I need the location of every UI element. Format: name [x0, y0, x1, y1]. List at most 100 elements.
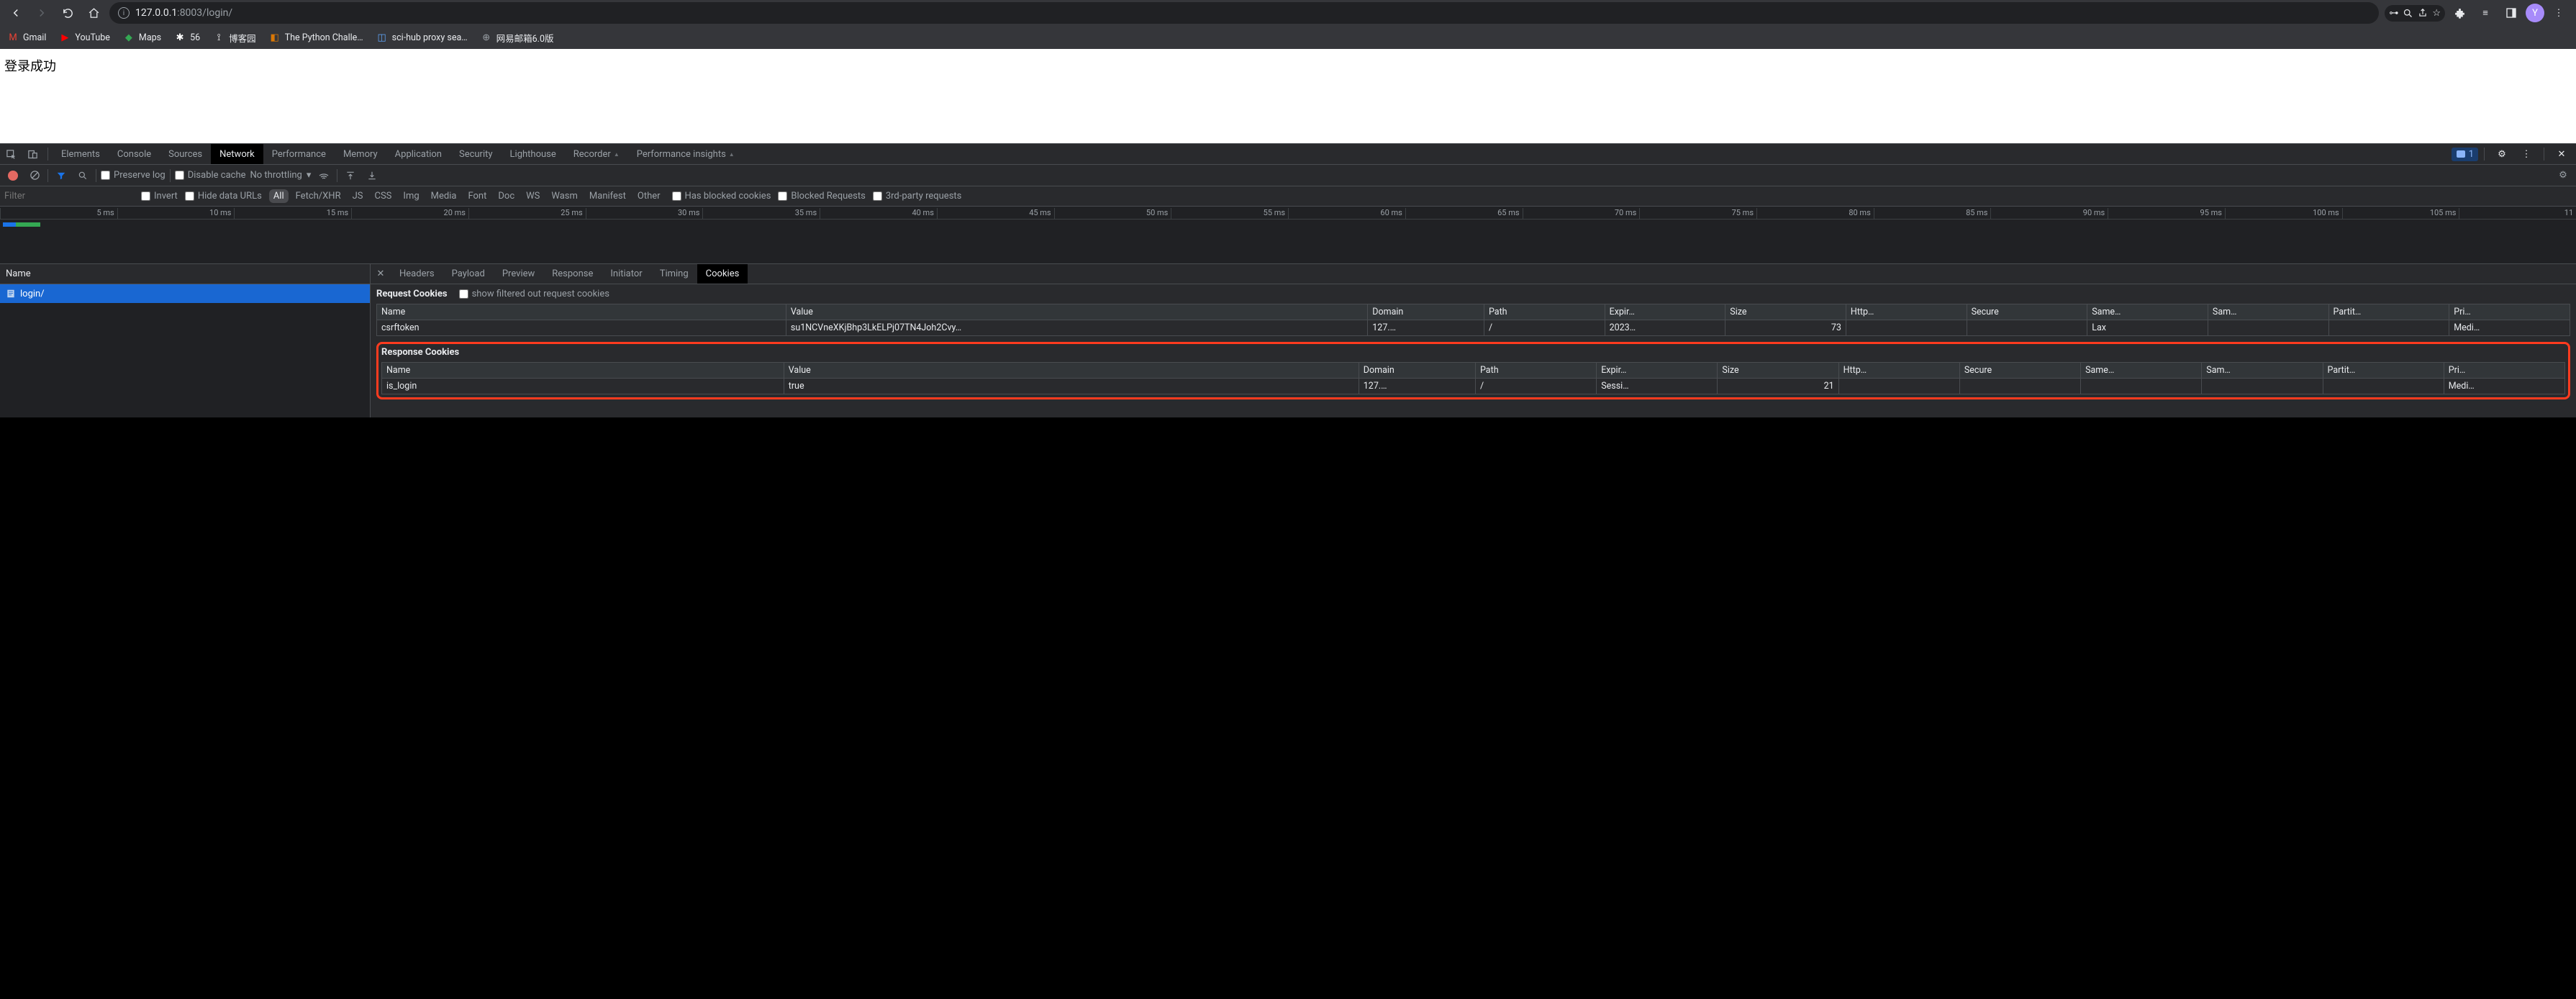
third-party-checkbox[interactable]: 3rd-party requests	[873, 191, 962, 202]
devtools-tab-network[interactable]: Network	[211, 144, 263, 164]
invert-checkbox[interactable]: Invert	[141, 191, 178, 202]
type-filter-css[interactable]: CSS	[371, 189, 396, 203]
devtools-tab-performance-insights[interactable]: Performance insights▲	[628, 144, 743, 164]
cookie-col-header[interactable]: Http…	[1846, 304, 1967, 320]
detail-tab-timing[interactable]: Timing	[651, 264, 697, 284]
devtools-tab-sources[interactable]: Sources	[160, 144, 211, 164]
forward-button[interactable]	[32, 3, 52, 23]
detail-tab-payload[interactable]: Payload	[443, 264, 494, 284]
star-icon[interactable]: ☆	[2432, 8, 2441, 19]
filter-input[interactable]	[4, 191, 134, 202]
devtools-close-icon[interactable]: ✕	[2550, 143, 2573, 166]
cookie-col-header[interactable]: Same…	[2087, 304, 2208, 320]
filter-toggle-icon[interactable]	[53, 167, 70, 184]
profile-avatar[interactable]: Y	[2526, 4, 2544, 22]
devtools-tab-elements[interactable]: Elements	[53, 144, 109, 164]
site-info-icon[interactable]: i	[118, 7, 130, 19]
issues-badge[interactable]: 1	[2452, 148, 2478, 161]
show-filtered-checkbox[interactable]: show filtered out request cookies	[459, 289, 609, 299]
url-bar[interactable]: i 127.0.0.1:8003/login/	[109, 2, 2379, 24]
type-filter-wasm[interactable]: Wasm	[547, 189, 582, 203]
devtools-more-icon[interactable]: ⋮	[2515, 143, 2538, 166]
disable-cache-checkbox[interactable]: Disable cache	[175, 170, 246, 181]
detail-tab-headers[interactable]: Headers	[391, 264, 443, 284]
type-filter-media[interactable]: Media	[427, 189, 461, 203]
bookmark-item[interactable]: ⟟博客园	[213, 31, 256, 45]
detail-tab-initiator[interactable]: Initiator	[602, 264, 650, 284]
extensions-icon[interactable]	[2448, 1, 2471, 24]
cookie-col-header[interactable]: Name	[382, 363, 784, 379]
reload-button[interactable]	[58, 3, 78, 23]
cookie-col-header[interactable]: Name	[377, 304, 786, 320]
cookie-row[interactable]: csrftokensu1NCVneXKjBhp3LkELPj07TN4Joh2C…	[377, 320, 2570, 336]
devtools-tab-performance[interactable]: Performance	[263, 144, 335, 164]
hide-data-urls-checkbox[interactable]: Hide data URLs	[185, 191, 262, 202]
type-filter-js[interactable]: JS	[348, 189, 368, 203]
timeline-overview[interactable]: 5 ms10 ms15 ms20 ms25 ms30 ms35 ms40 ms4…	[0, 207, 2576, 264]
type-filter-ws[interactable]: WS	[522, 189, 544, 203]
cookie-col-header[interactable]: Secure	[1967, 304, 2087, 320]
bookmark-item[interactable]: ◫sci-hub proxy sea…	[376, 32, 468, 43]
detail-tab-cookies[interactable]: Cookies	[697, 264, 748, 284]
detail-tab-response[interactable]: Response	[543, 264, 602, 284]
cookie-col-header[interactable]: Pri…	[2449, 304, 2570, 320]
bookmark-item[interactable]: ◧The Python Challe…	[269, 32, 363, 43]
device-toggle-icon[interactable]	[22, 144, 43, 164]
bookmark-item[interactable]: ◆Maps	[123, 32, 161, 43]
has-blocked-cookies-checkbox[interactable]: Has blocked cookies	[672, 191, 771, 202]
devtools-tab-recorder[interactable]: Recorder▲	[565, 144, 628, 164]
clear-button[interactable]	[26, 167, 43, 184]
blocked-requests-checkbox[interactable]: Blocked Requests	[778, 191, 865, 202]
zoom-icon[interactable]	[2403, 8, 2413, 19]
devtools-settings-icon[interactable]: ⚙	[2490, 143, 2513, 166]
cookie-col-header[interactable]: Secure	[1959, 363, 2080, 379]
close-details-icon[interactable]: ✕	[371, 264, 391, 284]
cookie-col-header[interactable]: Size	[1725, 304, 1846, 320]
share-icon[interactable]	[2418, 8, 2428, 18]
type-filter-manifest[interactable]: Manifest	[585, 189, 630, 203]
cookie-col-header[interactable]: Http…	[1838, 363, 1959, 379]
cookie-col-header[interactable]: Domain	[1368, 304, 1484, 320]
reader-icon[interactable]: ≡	[2474, 1, 2497, 24]
type-filter-img[interactable]: Img	[399, 189, 423, 203]
menu-icon[interactable]: ⋮	[2547, 1, 2570, 24]
record-button[interactable]	[4, 167, 22, 184]
back-button[interactable]	[6, 3, 26, 23]
cookie-col-header[interactable]: Sam…	[2202, 363, 2323, 379]
detail-tab-preview[interactable]: Preview	[494, 264, 543, 284]
devtools-tab-security[interactable]: Security	[450, 144, 502, 164]
cookie-col-header[interactable]: Same…	[2081, 363, 2202, 379]
import-icon[interactable]	[342, 167, 359, 184]
type-filter-fetchxhr[interactable]: Fetch/XHR	[291, 189, 345, 203]
network-settings-icon[interactable]: ⚙	[2554, 167, 2572, 184]
cookie-col-header[interactable]: Value	[786, 304, 1367, 320]
devtools-tab-application[interactable]: Application	[386, 144, 450, 164]
cookie-row[interactable]: is_logintrue127.…/Sessi…21Medi…	[382, 379, 2565, 394]
type-filter-other[interactable]: Other	[633, 189, 665, 203]
cookie-col-header[interactable]: Size	[1718, 363, 1838, 379]
devtools-tab-console[interactable]: Console	[109, 144, 160, 164]
cookie-col-header[interactable]: Expir…	[1605, 304, 1725, 320]
export-icon[interactable]	[363, 167, 381, 184]
cookie-col-header[interactable]: Domain	[1359, 363, 1475, 379]
bookmark-item[interactable]: MGmail	[7, 32, 46, 43]
type-filter-doc[interactable]: Doc	[494, 189, 519, 203]
home-button[interactable]	[83, 3, 104, 23]
cookie-col-header[interactable]: Path	[1484, 304, 1605, 320]
key-icon[interactable]: ⊶	[2389, 8, 2398, 19]
cookie-col-header[interactable]: Value	[784, 363, 1359, 379]
devtools-tab-lighthouse[interactable]: Lighthouse	[502, 144, 565, 164]
cookie-col-header[interactable]: Pri…	[2444, 363, 2564, 379]
network-conditions-icon[interactable]	[315, 167, 332, 184]
bookmark-item[interactable]: ⊕网易邮箱6.0版	[481, 31, 554, 45]
throttling-select[interactable]: No throttling▾	[250, 170, 312, 181]
type-filter-font[interactable]: Font	[463, 189, 491, 203]
devtools-tab-memory[interactable]: Memory	[335, 144, 386, 164]
element-picker-icon[interactable]	[0, 144, 22, 164]
devtools-dock-icon[interactable]	[2500, 1, 2523, 24]
type-filter-all[interactable]: All	[269, 189, 289, 203]
cookie-col-header[interactable]: Sam…	[2208, 304, 2328, 320]
preserve-log-checkbox[interactable]: Preserve log	[101, 170, 165, 181]
request-list-header[interactable]: Name	[0, 264, 370, 284]
cookie-col-header[interactable]: Path	[1475, 363, 1596, 379]
